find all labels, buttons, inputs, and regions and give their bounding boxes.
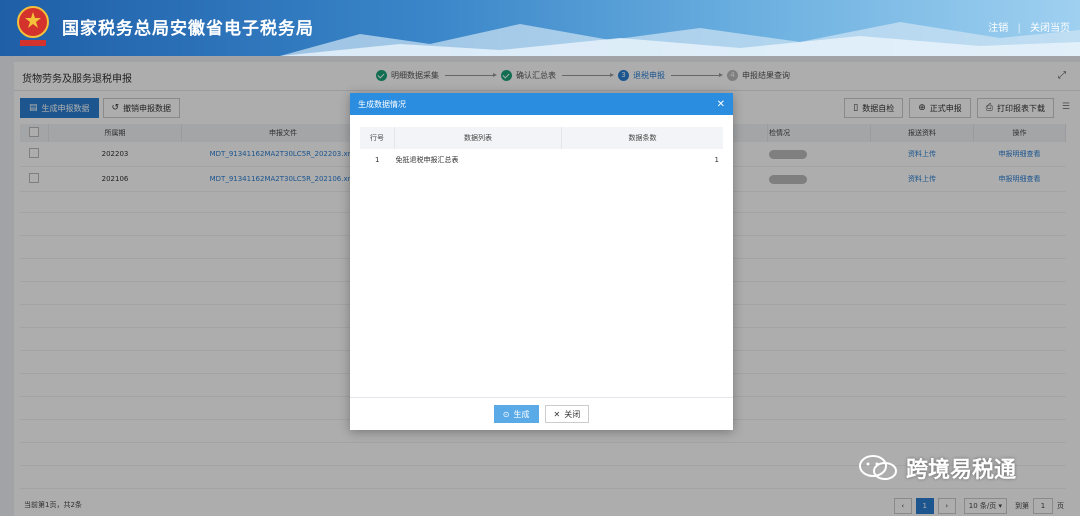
generate-button[interactable]: ⊙ 生成 xyxy=(493,405,539,423)
top-links: 注销 | 关闭当页 xyxy=(988,23,1070,34)
check-circle-icon: ⊙ xyxy=(502,409,510,419)
close-icon: ✕ xyxy=(553,409,561,419)
close-icon[interactable]: ✕ xyxy=(717,99,725,110)
header-data-list: 数据列表 xyxy=(394,127,562,149)
national-emblem-icon xyxy=(17,6,49,46)
site-banner: 国家税务总局安徽省电子税务局 注销 | 关闭当页 xyxy=(0,0,1080,56)
mountain-decoration xyxy=(280,22,1080,56)
dialog-title: 生成数据情况 xyxy=(358,99,406,109)
dialog-footer: ⊙ 生成 ✕ 关闭 xyxy=(350,397,733,430)
header-row-number: 行号 xyxy=(360,127,395,149)
wechat-icon xyxy=(859,455,897,480)
logout-link[interactable]: 注销 xyxy=(988,23,1008,34)
dialog-table-header: 行号 数据列表 数据条数 xyxy=(360,127,723,149)
dialog-header: 生成数据情况 ✕ xyxy=(350,93,733,115)
generate-data-dialog: 生成数据情况 ✕ 行号 数据列表 数据条数 1 免抵退税申报汇总表 1 ⊙ 生成… xyxy=(350,93,733,430)
dialog-table-row: 1 免抵退税申报汇总表 1 xyxy=(375,156,719,164)
watermark: 跨境易税通 xyxy=(858,452,1016,484)
close-button[interactable]: ✕ 关闭 xyxy=(544,405,590,423)
close-page-link[interactable]: 关闭当页 xyxy=(1030,23,1070,34)
header-data-count: 数据条数 xyxy=(561,127,723,149)
dialog-table: 行号 数据列表 数据条数 1 免抵退税申报汇总表 1 xyxy=(360,127,723,171)
site-title: 国家税务总局安徽省电子税务局 xyxy=(62,19,314,39)
